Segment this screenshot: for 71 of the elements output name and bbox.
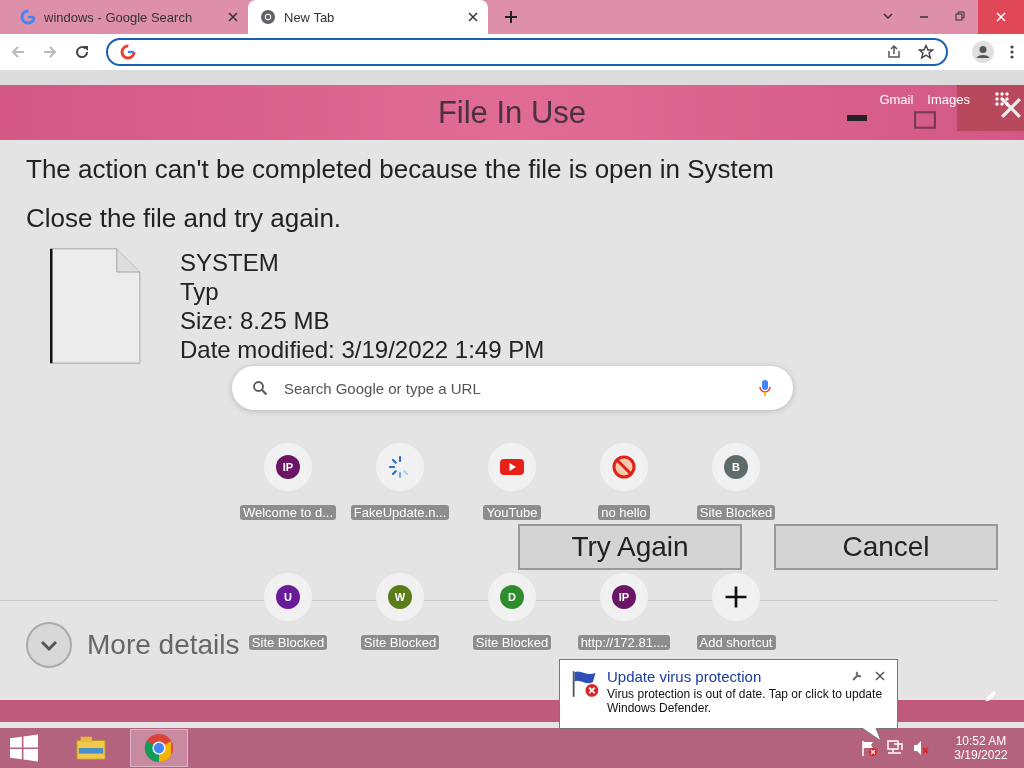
chevron-down-icon[interactable] bbox=[882, 10, 894, 22]
search-input[interactable]: Search Google or type a URL bbox=[282, 378, 745, 398]
shortcut-label[interactable]: http://172.81.... bbox=[577, 635, 671, 650]
chrome-icon bbox=[144, 733, 174, 763]
more-details-label: More details bbox=[87, 629, 240, 661]
close-icon[interactable] bbox=[875, 671, 885, 681]
close-icon bbox=[995, 11, 1007, 23]
dialog-button[interactable]: Try Again bbox=[518, 524, 742, 570]
prohibited-icon bbox=[612, 455, 636, 479]
file-icon bbox=[50, 248, 142, 364]
share-icon[interactable] bbox=[886, 44, 902, 60]
address-field[interactable] bbox=[106, 38, 948, 66]
letter-avatar: U bbox=[276, 585, 300, 609]
file-detail: Size: 8.25 MB bbox=[180, 306, 331, 335]
shortcut-label[interactable]: FakeUpdate.n... bbox=[350, 505, 450, 520]
flag-icon bbox=[570, 668, 601, 700]
taskbar-button[interactable] bbox=[130, 729, 188, 767]
shortcut-label[interactable]: Site Blocked bbox=[696, 505, 776, 520]
star-icon[interactable] bbox=[918, 44, 934, 60]
maximize-icon bbox=[914, 111, 936, 129]
google-icon bbox=[20, 9, 36, 25]
windows-logo-icon[interactable] bbox=[10, 734, 38, 762]
notification-title: Update virus protection bbox=[607, 668, 762, 685]
microphone-icon[interactable] bbox=[759, 379, 771, 397]
shortcut-label[interactable]: YouTube bbox=[483, 505, 541, 520]
dialog-button[interactable]: Cancel bbox=[774, 524, 998, 570]
google-icon bbox=[120, 44, 136, 60]
close-icon[interactable] bbox=[228, 12, 238, 22]
letter-avatar: D bbox=[500, 585, 524, 609]
shortcut-label[interactable]: Add shortcut bbox=[696, 635, 776, 650]
shortcut-label[interactable]: Site Blocked bbox=[472, 635, 552, 650]
chrome-icon bbox=[260, 9, 276, 25]
file-detail: Date modified: 3/19/2022 1:49 PM bbox=[180, 335, 545, 364]
minimize-icon bbox=[847, 115, 867, 121]
file-detail: Typ bbox=[180, 277, 220, 306]
menu-icon[interactable] bbox=[1010, 44, 1014, 60]
restore-icon[interactable] bbox=[954, 10, 966, 22]
dialog-title: File In Use bbox=[437, 94, 587, 131]
notification-text: Virus protection is out of date. Tap or click to update Windows Defender. bbox=[607, 687, 884, 715]
letter-avatar: W bbox=[388, 585, 412, 609]
network-icon[interactable] bbox=[886, 739, 904, 757]
header-link[interactable]: Gmail bbox=[879, 91, 914, 107]
shortcut-label[interactable]: Site Blocked bbox=[360, 635, 440, 650]
letter-avatar: IP bbox=[612, 585, 636, 609]
close-icon bbox=[1000, 97, 1022, 119]
wrench-icon[interactable] bbox=[851, 670, 863, 682]
shortcut-label[interactable]: no hello bbox=[598, 505, 650, 520]
shortcut-label[interactable]: Welcome to d... bbox=[239, 505, 337, 520]
browser-tab[interactable]: windows - Google Search bbox=[8, 0, 248, 34]
plus-icon[interactable] bbox=[504, 10, 518, 24]
search-box[interactable]: Search Google or type a URL bbox=[232, 366, 793, 410]
search-icon bbox=[252, 380, 268, 396]
file-detail: SYSTEM bbox=[180, 248, 280, 277]
dialog-message: The action can't be completed because the file is open in System bbox=[26, 154, 775, 185]
flag-icon[interactable] bbox=[860, 739, 878, 757]
letter-avatar: IP bbox=[276, 455, 300, 479]
chevron-down-icon bbox=[25, 621, 73, 669]
header-link[interactable]: Images bbox=[927, 91, 970, 107]
apps-grid-icon[interactable] bbox=[994, 91, 1010, 107]
clock[interactable]: 10:52 AM 3/19/2022 bbox=[938, 734, 1024, 762]
pencil-icon[interactable] bbox=[984, 689, 998, 703]
muted-speaker-icon[interactable] bbox=[912, 739, 930, 757]
plus-icon bbox=[724, 585, 748, 609]
profile-icon[interactable] bbox=[972, 41, 994, 63]
dialog-instruction: Close the file and try again. bbox=[26, 203, 343, 234]
shortcut-label[interactable]: Site Blocked bbox=[248, 635, 328, 650]
close-icon[interactable] bbox=[468, 12, 478, 22]
browser-tab[interactable]: New Tab bbox=[248, 0, 488, 34]
letter-avatar: B bbox=[724, 455, 748, 479]
reload-icon[interactable] bbox=[74, 44, 90, 60]
notification-balloon[interactable]: Update virus protection Virus protection is out of date. Tap or click to update Windows Defender. bbox=[559, 659, 898, 729]
